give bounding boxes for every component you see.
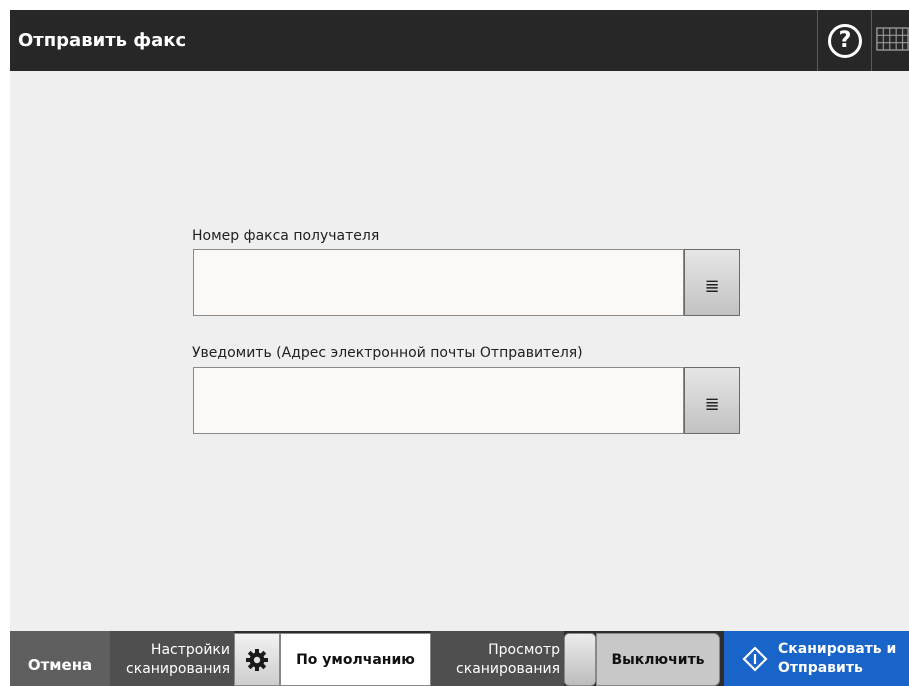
start-diamond-icon: [742, 645, 768, 672]
app-window: Отправить факс ? Номер факса получателя …: [10, 10, 909, 686]
scan-preview-toggle[interactable]: Выключить: [596, 633, 720, 686]
fax-number-picker-button[interactable]: ≣: [684, 249, 740, 316]
keyboard-button[interactable]: [872, 10, 909, 71]
list-select-icon: ≣: [704, 276, 720, 297]
help-button[interactable]: ?: [818, 10, 872, 71]
notify-email-input[interactable]: [193, 367, 684, 434]
notify-email-label: Уведомить (Адрес электронной почты Отпра…: [192, 345, 583, 361]
gear-icon: [246, 648, 268, 671]
help-icon: ?: [828, 23, 862, 58]
scan-and-send-button[interactable]: Сканировать и Отправить: [724, 631, 909, 686]
scan-preview-label: Просмотр сканирования: [431, 631, 564, 686]
scan-and-send-label: Сканировать и Отправить: [778, 640, 897, 676]
fax-number-input[interactable]: [193, 249, 684, 316]
scan-settings-label: Настройки сканирования: [110, 631, 234, 686]
cancel-button[interactable]: Отмена: [10, 631, 110, 686]
fax-number-label: Номер факса получателя: [192, 228, 380, 244]
title-bar: Отправить факс ?: [10, 10, 909, 71]
list-select-icon: ≣: [704, 394, 720, 415]
page-title: Отправить факс: [18, 30, 187, 51]
scan-preview-toggle-knob[interactable]: [564, 633, 596, 686]
bottom-toolbar: Отмена Настройки сканирования По умолчан…: [10, 631, 909, 686]
notify-email-picker-button[interactable]: ≣: [684, 367, 740, 434]
scan-settings-gear-button[interactable]: [234, 633, 280, 686]
keyboard-icon: [876, 27, 909, 51]
scan-settings-value-button[interactable]: По умолчанию: [280, 633, 431, 686]
